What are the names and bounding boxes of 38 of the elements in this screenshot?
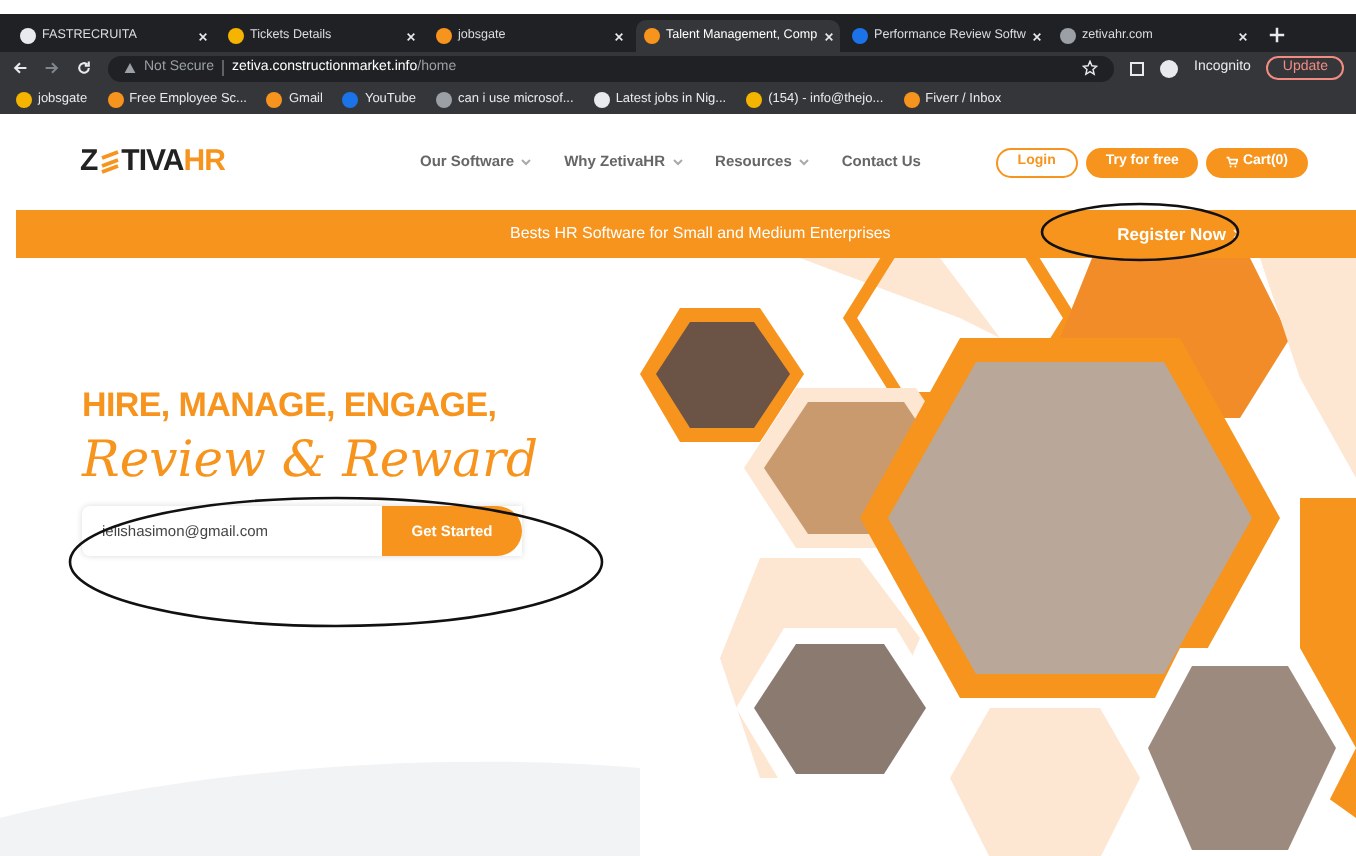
favicon-icon [746, 91, 763, 107]
plus-icon[interactable] [1268, 26, 1286, 44]
hero-script-text: Review & Reward [82, 428, 540, 492]
favicon-icon [436, 28, 452, 44]
favicon-icon [903, 91, 920, 107]
chevron-down-icon [797, 158, 810, 166]
incognito-avatar-icon[interactable] [1160, 59, 1178, 77]
chevron-down-icon [671, 158, 684, 166]
favicon-icon [266, 91, 283, 107]
favicon-icon [342, 91, 359, 107]
hero-headline: HIRE, MANAGE, ENGAGE, [82, 386, 499, 426]
forward-arrow-icon[interactable] [44, 60, 60, 76]
close-icon[interactable] [1031, 31, 1042, 41]
favicon-icon [644, 28, 660, 44]
favicon-icon [107, 91, 124, 107]
star-icon[interactable] [1082, 60, 1098, 76]
favicon-icon [1060, 28, 1076, 44]
side-panel-icon[interactable] [1130, 61, 1144, 75]
close-icon[interactable] [1238, 31, 1248, 41]
warning-icon [124, 62, 136, 74]
back-arrow-icon[interactable] [12, 60, 28, 76]
site-logo[interactable]: Z TIVAHR [80, 139, 420, 185]
favicon-icon [228, 28, 244, 44]
close-icon[interactable] [614, 31, 624, 41]
favicon-icon [852, 28, 868, 44]
favicon-icon [436, 91, 452, 107]
close-icon[interactable] [198, 31, 208, 41]
reload-icon[interactable] [76, 60, 92, 76]
chevron-down-icon [520, 158, 533, 166]
close-icon[interactable] [823, 31, 834, 41]
close-icon[interactable] [406, 31, 416, 41]
favicon-icon [16, 91, 32, 107]
cart-icon [1226, 156, 1239, 168]
favicon-icon [20, 28, 36, 44]
logo-mark-icon [99, 150, 120, 174]
banner-text: Bests HR Software for Small and Medium Enterprises [510, 222, 891, 246]
chevron-right-icon [1232, 228, 1240, 240]
favicon-icon [593, 91, 610, 107]
